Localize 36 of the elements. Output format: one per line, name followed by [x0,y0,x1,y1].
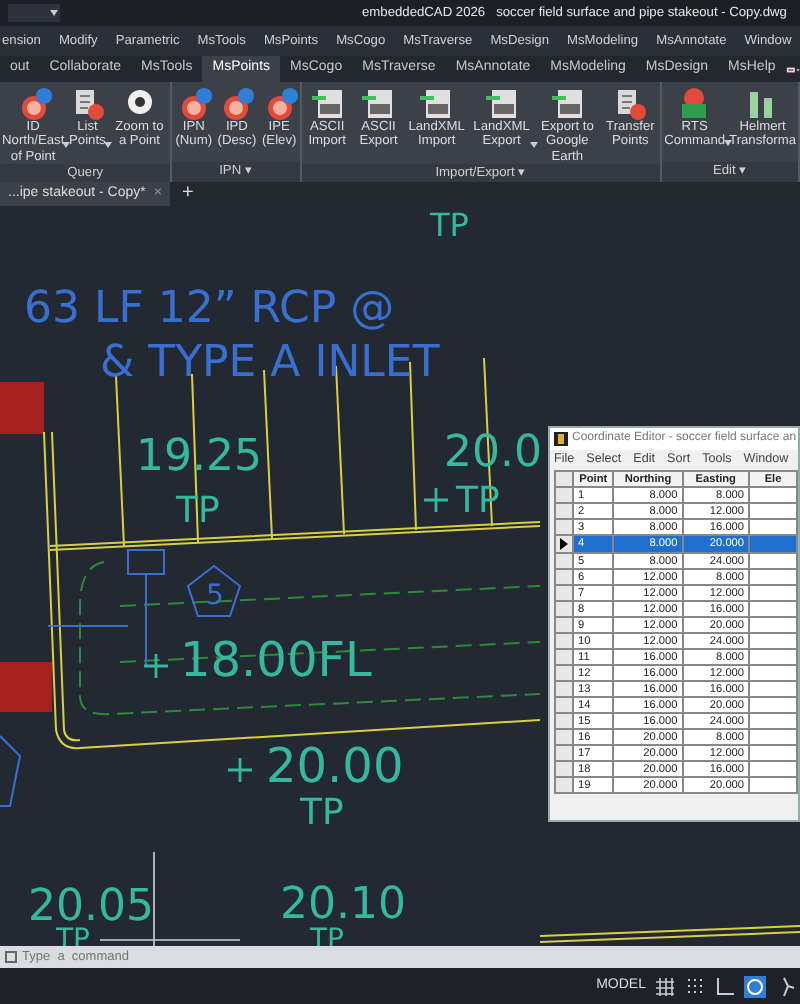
point-symbol [186,564,242,617]
tp-label: TP [430,206,469,244]
elevation-label: 20.10 [280,880,406,930]
tp-label: TP [300,792,344,834]
point-number: 5 [206,580,224,612]
plus-marker-icon [424,488,448,512]
command-icon [4,948,18,966]
tool-icon [360,86,397,120]
point-symbol [0,735,22,807]
hatched-area [0,662,52,712]
tool-icon [218,86,255,120]
app-icon [554,432,568,446]
note-text: 63 LF 12” RCP @ [24,284,395,334]
tool-icon [612,86,649,120]
snap-icon [684,975,706,997]
polar-icon [744,975,766,997]
status-toggle-button[interactable] [654,975,676,997]
pipe-line [47,573,147,667]
hatched-area [0,382,44,434]
quick-access-dropdown[interactable] [8,4,60,22]
caret-icon [48,8,60,18]
elevation-label: 20.00 [266,738,404,794]
grid-icon [654,975,676,997]
tool-icon [309,86,346,120]
ortho-icon [714,975,736,997]
new-tab-button[interactable]: + [181,182,194,206]
plus-marker-icon [144,654,168,678]
row-pointer-icon [556,536,572,552]
status-toggle-button[interactable] [714,975,736,997]
tool-icon [418,86,455,120]
plus-marker-icon [228,758,252,782]
status-toggle-button[interactable] [684,975,706,997]
tool-icon [549,86,586,120]
tool-icon [483,86,520,120]
note-text: & TYPE A INLET [100,338,440,388]
inlet-symbol [127,549,165,575]
